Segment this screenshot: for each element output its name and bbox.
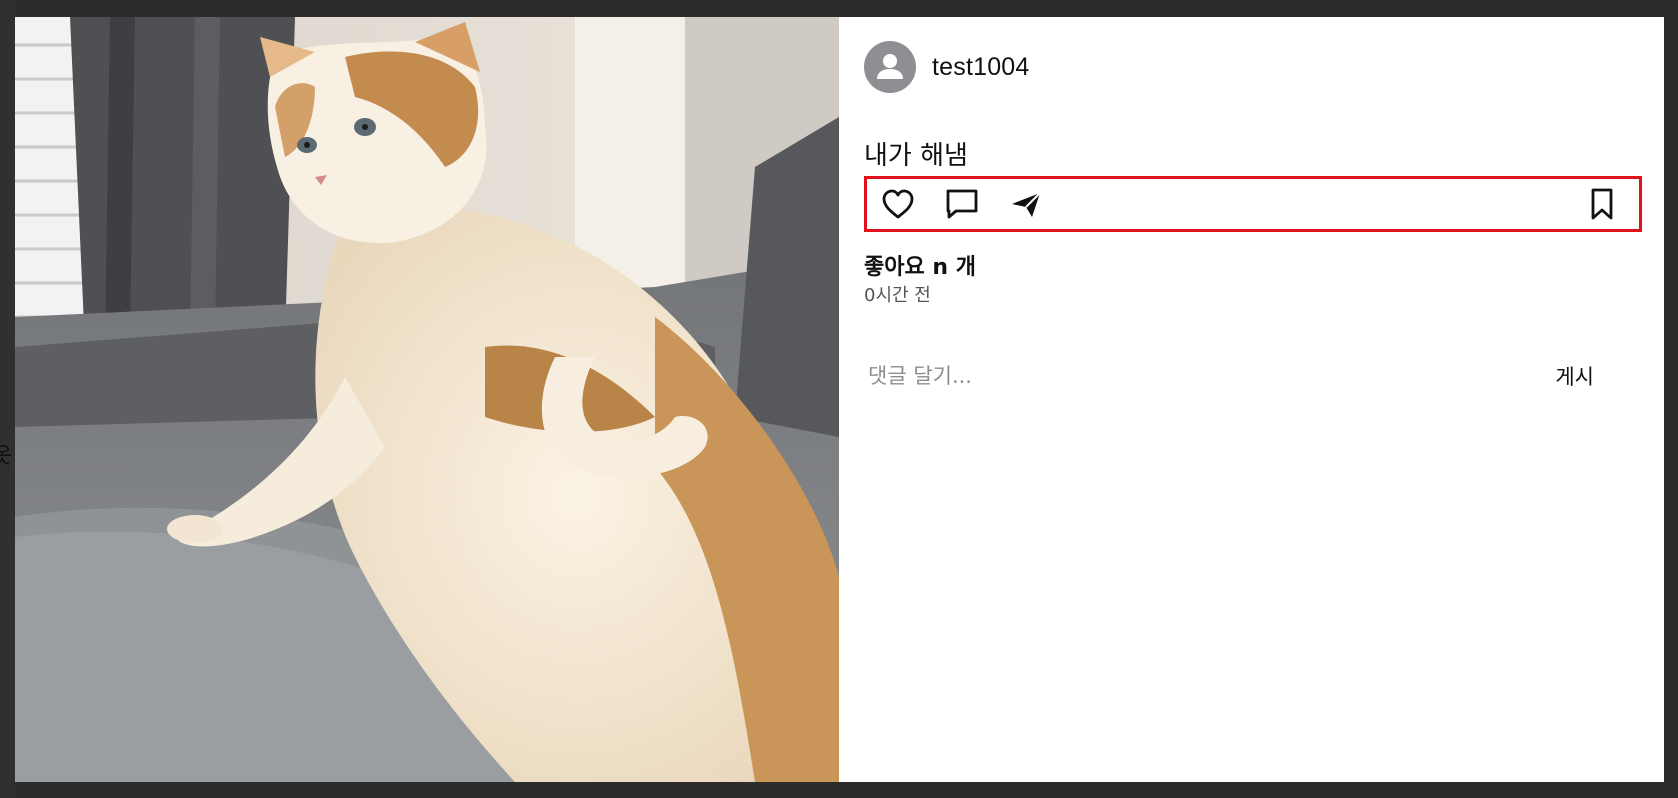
share-button[interactable] xyxy=(1005,183,1047,225)
paper-plane-icon xyxy=(1012,192,1041,217)
comment-icon xyxy=(946,189,978,219)
comment-button[interactable] xyxy=(941,183,983,225)
post-comment-button[interactable]: 게시 xyxy=(1555,357,1594,395)
avatar[interactable] xyxy=(864,41,916,93)
author-username[interactable]: test1004 xyxy=(932,53,1030,82)
like-button[interactable] xyxy=(877,183,919,225)
post-header: test1004 xyxy=(864,41,1030,93)
post-timestamp: 0시간 전 xyxy=(864,285,931,306)
comment-form: 게시 xyxy=(864,357,1594,395)
post-action-bar xyxy=(864,176,1642,232)
post-caption: 내가 해냄 xyxy=(864,141,968,171)
bookmark-icon xyxy=(1591,188,1613,220)
cat-photo-icon xyxy=(15,17,839,782)
heart-icon xyxy=(882,189,914,219)
backdrop-page: 옷 xyxy=(0,0,15,798)
default-user-icon xyxy=(877,54,903,79)
post-detail-modal: test1004 내가 해냄 좋아요 n 개 0시간 전 댓글 달기... 게시 xyxy=(15,17,1664,782)
likes-count: 좋아요 n 개 xyxy=(864,255,976,280)
save-button[interactable] xyxy=(1581,183,1623,225)
comment-input[interactable] xyxy=(864,358,1556,394)
post-side-panel: test1004 내가 해냄 좋아요 n 개 0시간 전 댓글 달기... 게시 xyxy=(839,17,1664,782)
backdrop-text: 옷 xyxy=(0,444,13,469)
post-image xyxy=(15,17,839,782)
